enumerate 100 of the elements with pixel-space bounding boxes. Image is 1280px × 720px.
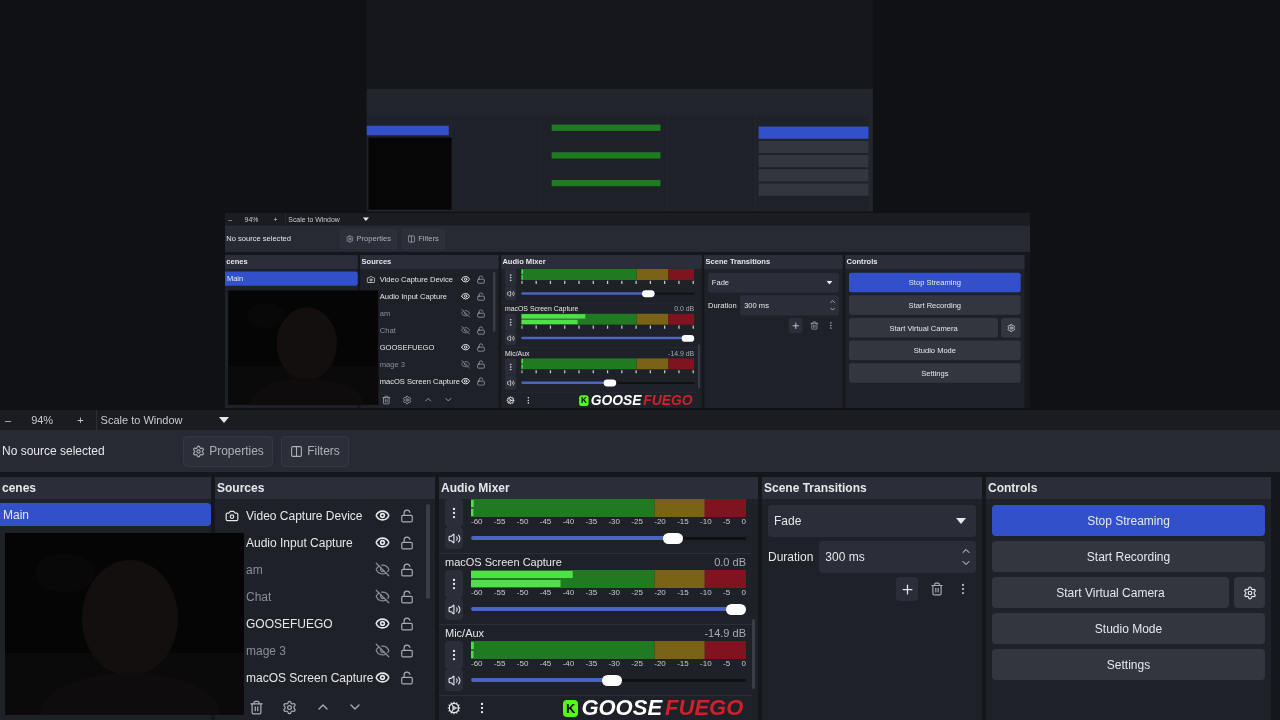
source-item[interactable]: mage 3 <box>246 637 426 664</box>
control-button[interactable]: Start Recording <box>992 541 1265 572</box>
speaker-icon <box>447 531 461 545</box>
mute-button[interactable] <box>445 527 463 549</box>
meter-scale-label: -15 <box>677 659 689 669</box>
source-item[interactable]: GOOSEFUEGO <box>246 610 426 637</box>
channel-reading: 0.0 dB <box>714 554 746 570</box>
meter-scale-label: -60 <box>471 659 483 669</box>
meter-scale-label: -5 <box>722 517 731 527</box>
meter-scale-label: -35 <box>585 588 598 598</box>
channel-name: Mic/Aux <box>445 625 485 641</box>
unlock-icon[interactable] <box>400 535 414 550</box>
source-name: macOS Screen Capture <box>246 669 375 687</box>
zoom-level: 94% <box>31 412 54 428</box>
trash-icon[interactable] <box>930 582 944 596</box>
channel-name: macOS Screen Capture <box>445 554 562 570</box>
meter-scale-label: -55 <box>493 517 506 527</box>
panel-title: Scene Transitions <box>764 480 867 497</box>
zoom-in-button[interactable]: + <box>73 411 88 429</box>
source-name: mage 3 <box>246 642 288 660</box>
unlock-icon[interactable] <box>400 562 414 577</box>
meter-scale-label: -35 <box>585 659 598 669</box>
meter-scale-label: -50 <box>516 659 529 669</box>
mute-button[interactable] <box>445 598 463 620</box>
meter-scale-label: -30 <box>608 659 620 669</box>
unlock-icon[interactable] <box>400 508 414 523</box>
eye-icon[interactable] <box>375 535 390 550</box>
logo-badge: K <box>563 699 579 717</box>
source-name: Chat <box>246 588 273 606</box>
meter-scale-label: -25 <box>631 517 643 527</box>
add-button[interactable] <box>788 317 803 334</box>
unlock-icon[interactable] <box>400 670 414 685</box>
properties-button[interactable]: Properties <box>183 435 273 467</box>
meter-scale-label: -45 <box>539 588 552 598</box>
filters-button[interactable]: Filters <box>281 435 349 467</box>
meter-scale-label: -15 <box>677 517 689 527</box>
meter-scale-label: -50 <box>516 517 529 527</box>
eye-off-icon[interactable] <box>375 643 390 658</box>
control-button[interactable]: Start Virtual Camera <box>992 577 1229 608</box>
mute-button[interactable] <box>445 669 463 691</box>
source-item[interactable]: am <box>246 556 426 583</box>
eye-icon[interactable] <box>375 508 390 523</box>
logo-text: FUEGO <box>643 393 693 408</box>
meter-scale-label: -60 <box>471 517 483 527</box>
mute-button[interactable] <box>504 331 517 345</box>
volume-slider[interactable] <box>521 334 695 342</box>
eye-off-icon[interactable] <box>375 562 390 577</box>
source-name: Video Capture Device <box>246 507 364 525</box>
meter-scale-label: -55 <box>493 588 506 598</box>
meter-scale-label: 0 <box>741 517 746 527</box>
meter-scale-label: -20 <box>654 588 666 598</box>
mute-button[interactable] <box>504 375 517 390</box>
meter-scale-label: -40 <box>562 517 575 527</box>
caret-icon <box>826 280 833 285</box>
meter-scale-label: 0 <box>741 588 746 598</box>
unlock-icon[interactable] <box>400 616 414 631</box>
eye-icon[interactable] <box>375 670 390 685</box>
panel-title: Audio Mixer <box>441 480 510 497</box>
zoom-out-button[interactable]: – <box>1 411 16 429</box>
control-button[interactable]: Studio Mode <box>992 613 1265 644</box>
logo-text: GOOSE <box>590 393 642 408</box>
unlock-icon[interactable] <box>400 589 414 604</box>
source-item[interactable]: macOS Screen Capture <box>246 664 426 691</box>
meter-scale-label: -60 <box>471 588 483 598</box>
volume-slider[interactable] <box>471 674 746 686</box>
caret-icon <box>218 417 229 423</box>
meter-scale-label: -25 <box>631 588 643 598</box>
source-item[interactable]: Chat <box>246 583 426 610</box>
meter-scale-label: -30 <box>608 517 620 527</box>
settings-button[interactable] <box>1234 577 1265 608</box>
settings-icon[interactable] <box>282 699 297 715</box>
transition-dropdown[interactable]: Fade <box>768 505 976 537</box>
mute-button[interactable] <box>504 286 517 301</box>
control-button[interactable]: Settings <box>992 649 1265 680</box>
volume-slider[interactable] <box>471 532 746 544</box>
meter-scale-label: -15 <box>677 588 689 598</box>
meter-scale-label: -30 <box>608 588 620 598</box>
duration-field[interactable]: 300 ms <box>819 541 976 573</box>
volume-slider[interactable] <box>521 289 695 298</box>
source-item[interactable]: Video Capture Device <box>215 502 426 529</box>
meter-scale-label: -10 <box>700 517 712 527</box>
source-name: am <box>246 561 264 579</box>
scene-item[interactable]: Main <box>0 503 211 526</box>
source-item[interactable]: Audio Input Capture <box>246 529 426 556</box>
add-button[interactable] <box>896 577 918 601</box>
meter-scale-label: -45 <box>539 517 552 527</box>
eye-icon[interactable] <box>375 616 390 631</box>
trash-icon[interactable] <box>249 699 264 715</box>
unlock-icon[interactable] <box>400 643 414 658</box>
meter-scale-label: -5 <box>722 588 731 598</box>
logo-badge: K <box>579 395 589 406</box>
settings-button[interactable] <box>1001 317 1021 338</box>
caret-icon <box>362 217 369 222</box>
meter-scale-label: -10 <box>700 588 712 598</box>
speaker-icon <box>447 602 461 616</box>
control-button[interactable]: Stop Streaming <box>992 505 1265 536</box>
camera-icon <box>225 508 239 523</box>
eye-off-icon[interactable] <box>375 589 390 604</box>
plus-icon <box>899 581 915 597</box>
volume-slider[interactable] <box>471 603 746 615</box>
